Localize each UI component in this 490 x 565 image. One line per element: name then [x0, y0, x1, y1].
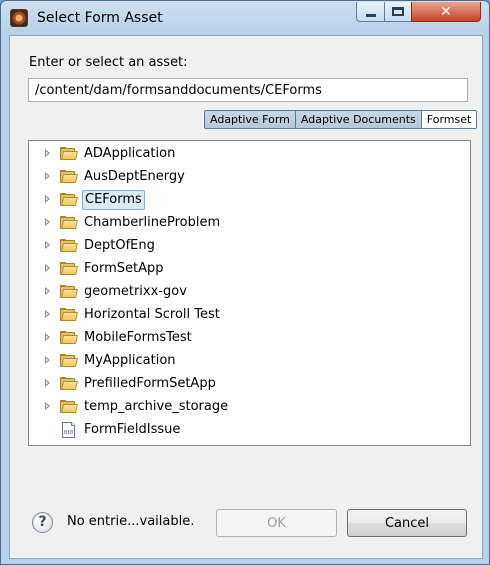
- expand-arrow-icon[interactable]: [45, 287, 50, 295]
- folder-icon: [60, 216, 78, 229]
- help-icon[interactable]: ?: [32, 512, 53, 533]
- cancel-button[interactable]: Cancel: [347, 509, 467, 537]
- maximize-icon: [392, 7, 404, 16]
- folder-icon: [60, 354, 78, 367]
- tree-item-label[interactable]: FormSetApp: [82, 259, 166, 279]
- folder-icon: [60, 193, 78, 206]
- minimize-button[interactable]: [356, 2, 385, 22]
- tree-folder-row[interactable]: ChamberlineProblem: [29, 212, 470, 234]
- tree-item-label[interactable]: AusDeptEnergy: [82, 167, 187, 187]
- asset-tree[interactable]: ADApplication AusDeptEnergy CEForms Chamber…: [28, 140, 471, 446]
- tree-item-label[interactable]: geometrixx-gov: [82, 282, 189, 302]
- tree-folder-row[interactable]: CEForms: [29, 189, 470, 211]
- tree-folder-row[interactable]: MyApplication: [29, 350, 470, 372]
- expand-arrow-icon[interactable]: [45, 149, 50, 157]
- tree-item-label[interactable]: MobileFormsTest: [82, 328, 194, 348]
- tree-folder-row[interactable]: DeptOfEng: [29, 235, 470, 257]
- tree-item-label[interactable]: FormFieldIssue: [82, 420, 182, 440]
- tree-folder-row[interactable]: PrefilledFormSetApp: [29, 373, 470, 395]
- folder-icon: [60, 400, 78, 413]
- tree-item-label[interactable]: ADApplication: [82, 144, 177, 164]
- tree-item-label[interactable]: Horizontal Scroll Test: [82, 305, 222, 325]
- filter-tab-adaptive-documents[interactable]: Adaptive Documents: [294, 110, 422, 129]
- tree-folder-row[interactable]: geometrixx-gov: [29, 281, 470, 303]
- ok-button[interactable]: OK: [216, 509, 337, 537]
- expand-arrow-icon[interactable]: [45, 172, 50, 180]
- expand-arrow-icon[interactable]: [45, 195, 50, 203]
- folder-icon: [60, 170, 78, 183]
- document-file-icon: 010: [62, 422, 75, 438]
- tree-folder-row[interactable]: FormSetApp: [29, 258, 470, 280]
- app-icon: [10, 9, 28, 27]
- folder-icon: [60, 239, 78, 252]
- asset-type-filter: Adaptive Form Adaptive Documents Formset: [204, 110, 478, 129]
- minimize-icon: [365, 13, 376, 17]
- title-bar[interactable]: Select Form Asset ✕: [1, 1, 489, 35]
- expand-arrow-icon[interactable]: [45, 402, 50, 410]
- maximize-button[interactable]: [384, 2, 412, 22]
- expand-arrow-icon[interactable]: [45, 310, 50, 318]
- asset-prompt-label: Enter or select an asset:: [29, 55, 188, 70]
- dialog-body: Enter or select an asset: Adaptive FormA…: [9, 35, 483, 559]
- expand-arrow-icon[interactable]: [45, 218, 50, 226]
- tree-folder-row[interactable]: ADApplication: [29, 143, 470, 165]
- tree-folder-row[interactable]: Horizontal Scroll Test: [29, 304, 470, 326]
- tree-item-label[interactable]: MyApplication: [82, 351, 178, 371]
- tree-item-label[interactable]: temp_archive_storage: [82, 397, 230, 417]
- expand-arrow-icon[interactable]: [45, 333, 50, 341]
- asset-path-input[interactable]: [28, 78, 468, 102]
- tree-folder-row[interactable]: temp_archive_storage: [29, 396, 470, 418]
- expand-arrow-icon[interactable]: [45, 264, 50, 272]
- tree-item-label[interactable]: DeptOfEng: [82, 236, 157, 256]
- select-form-asset-dialog: Select Form Asset ✕ Enter or select an a…: [0, 0, 490, 565]
- close-icon: ✕: [440, 3, 452, 20]
- folder-icon: [60, 262, 78, 275]
- folder-icon: [60, 331, 78, 344]
- expand-arrow-icon[interactable]: [45, 379, 50, 387]
- tree-folder-row[interactable]: MobileFormsTest: [29, 327, 470, 349]
- tree-file-row[interactable]: 010 FormFieldIssue: [29, 419, 470, 441]
- tree-item-label[interactable]: PrefilledFormSetApp: [82, 374, 218, 394]
- tree-item-label[interactable]: ChamberlineProblem: [82, 213, 222, 233]
- window-title: Select Form Asset: [37, 10, 163, 26]
- tree-item-label[interactable]: CEForms: [82, 190, 145, 210]
- folder-icon: [60, 285, 78, 298]
- expand-arrow-icon[interactable]: [45, 241, 50, 249]
- filter-tab-formset[interactable]: Formset: [420, 110, 478, 129]
- filter-tab-adaptive-form[interactable]: Adaptive Form: [204, 110, 296, 129]
- expand-arrow-icon[interactable]: [45, 356, 50, 364]
- folder-icon: [60, 308, 78, 321]
- close-button[interactable]: ✕: [411, 2, 481, 22]
- status-message: No entrie...vailable.: [67, 514, 195, 529]
- folder-icon: [60, 147, 78, 160]
- tree-folder-row[interactable]: AusDeptEnergy: [29, 166, 470, 188]
- folder-icon: [60, 377, 78, 390]
